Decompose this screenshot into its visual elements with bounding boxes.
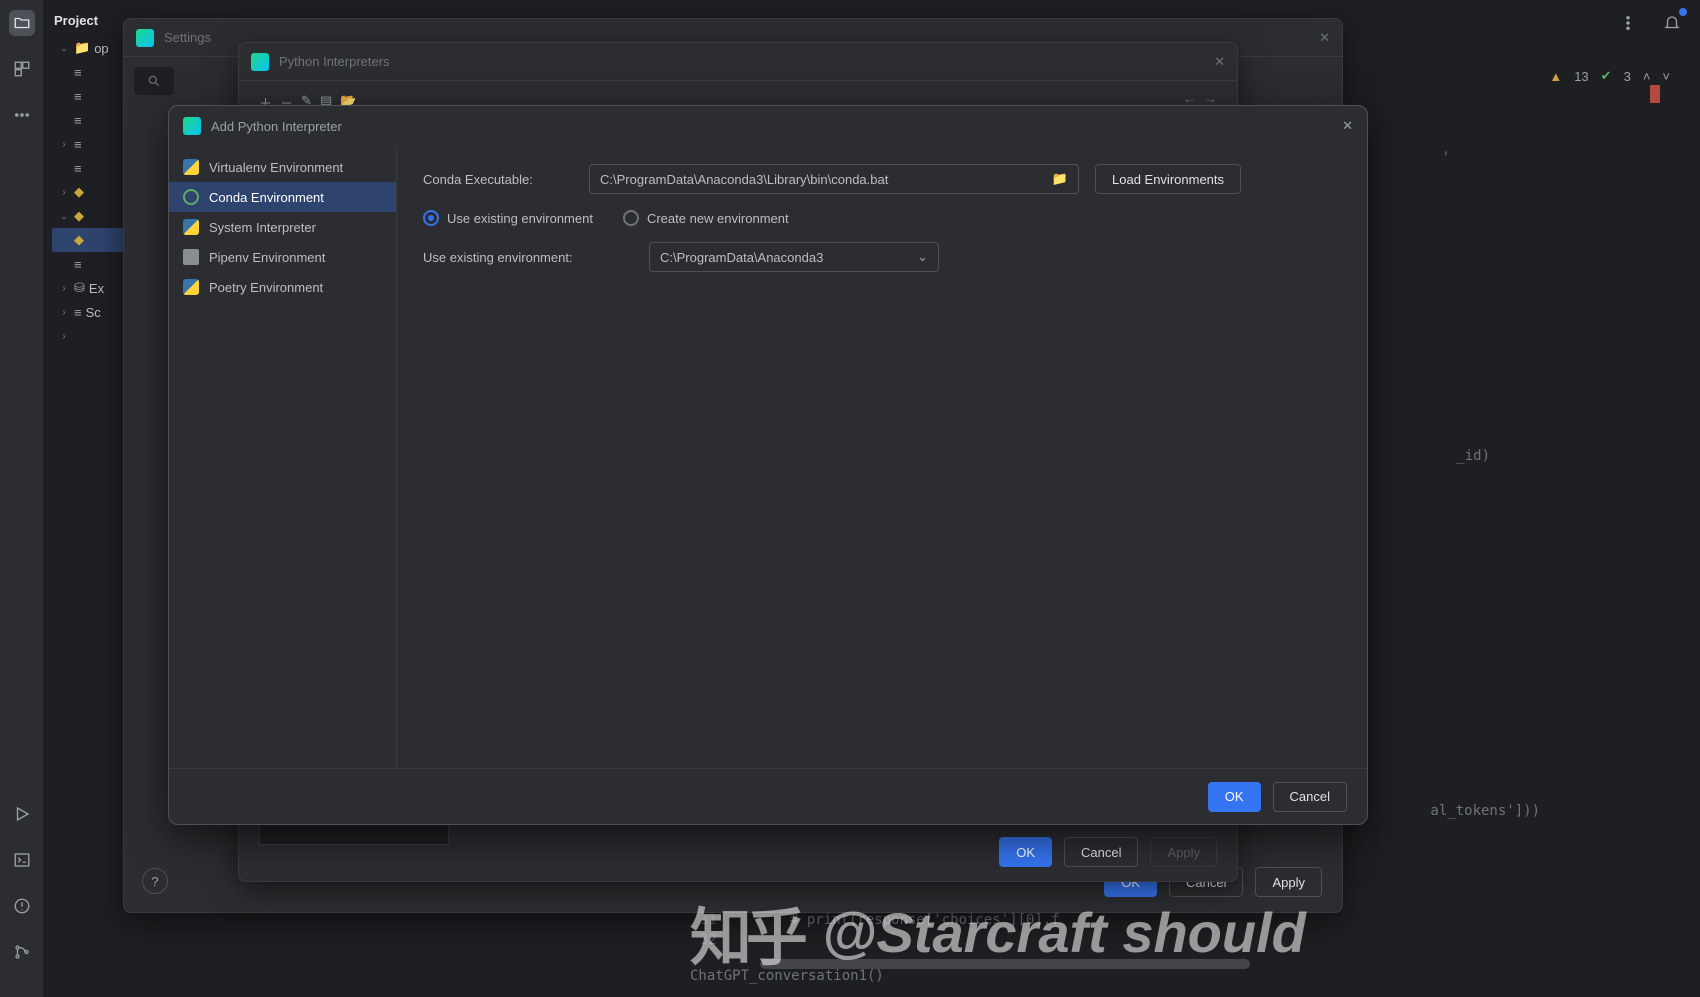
radio-create-new[interactable]: Create new environment <box>623 210 789 226</box>
code-fragment: al_tokens'])) <box>1430 803 1540 819</box>
left-icon-strip <box>0 0 44 997</box>
top-right-controls <box>1615 10 1685 36</box>
apply-button[interactable]: Apply <box>1255 867 1322 897</box>
browse-icon[interactable]: 📁 <box>1052 171 1068 187</box>
conda-form: Conda Executable: C:\ProgramData\Anacond… <box>397 146 1367 768</box>
warning-count[interactable]: 13 <box>1574 69 1588 84</box>
apply-button: Apply <box>1150 837 1217 867</box>
error-stripe <box>1650 85 1660 103</box>
structure-icon[interactable] <box>9 56 35 82</box>
add-interpreter-title: Add Python Interpreter <box>211 119 342 134</box>
up-icon[interactable]: ˄ <box>1643 69 1651 84</box>
more-icon[interactable] <box>9 102 35 128</box>
add-interpreter-dialog: Add Python Interpreter ✕ Virtualenv Envi… <box>168 105 1368 825</box>
terminal-icon[interactable] <box>9 847 35 873</box>
warning-icon: ▲ <box>1549 69 1562 84</box>
load-environments-button[interactable]: Load Environments <box>1095 164 1241 194</box>
close-icon[interactable]: ✕ <box>1319 30 1330 46</box>
code-fragment: # print(response['choices'][0].f <box>790 912 1060 928</box>
conda-exec-label: Conda Executable: <box>423 172 573 187</box>
line-number: 31 <box>700 912 717 928</box>
kebab-icon[interactable] <box>1615 10 1641 36</box>
code-fragment: _id) <box>1456 448 1490 464</box>
settings-title: Settings <box>164 30 211 45</box>
env-pipenv[interactable]: Pipenv Environment <box>169 242 396 272</box>
existing-env-label: Use existing environment: <box>423 250 633 265</box>
code-fragment: ' <box>1442 150 1450 166</box>
settings-search[interactable] <box>134 67 174 95</box>
env-poetry[interactable]: Poetry Environment <box>169 272 396 302</box>
cancel-button[interactable]: Cancel <box>1064 837 1138 867</box>
problems-icon[interactable] <box>9 893 35 919</box>
horizontal-scrollbar[interactable] <box>760 959 1250 969</box>
close-icon[interactable]: ✕ <box>1342 118 1353 134</box>
nav-forward-icon[interactable]: → <box>1204 91 1217 106</box>
folder-icon[interactable] <box>9 10 35 36</box>
cancel-button[interactable]: Cancel <box>1273 782 1347 812</box>
services-icon[interactable] <box>9 801 35 827</box>
status-widgets: ▲ 13 ✔ 3 ˄ ˅ <box>1549 68 1670 84</box>
pycharm-icon <box>183 117 201 135</box>
pycharm-icon <box>136 29 154 47</box>
close-icon[interactable]: ✕ <box>1214 54 1225 70</box>
down-icon[interactable]: ˅ <box>1662 69 1670 84</box>
interpreters-title: Python Interpreters <box>279 54 390 69</box>
breadcrumb[interactable]: ChatGPT_conversation1() <box>690 968 884 984</box>
existing-env-select[interactable]: C:\ProgramData\Anaconda3 ⌄ <box>649 242 939 272</box>
env-system[interactable]: System Interpreter <box>169 212 396 242</box>
pycharm-icon <box>251 53 269 71</box>
vcs-icon[interactable] <box>9 939 35 965</box>
env-conda[interactable]: Conda Environment <box>169 182 396 212</box>
ok-count[interactable]: 3 <box>1624 69 1631 84</box>
ok-button[interactable]: OK <box>1208 782 1261 812</box>
environment-type-list: Virtualenv Environment Conda Environment… <box>169 146 397 768</box>
line-number: 32 <box>700 932 717 948</box>
nav-back-icon[interactable]: ← <box>1183 91 1196 106</box>
env-virtualenv[interactable]: Virtualenv Environment <box>169 152 396 182</box>
radio-use-existing[interactable]: Use existing environment <box>423 210 593 226</box>
help-button[interactable]: ? <box>142 868 168 894</box>
check-icon: ✔ <box>1601 68 1612 84</box>
bell-icon[interactable] <box>1659 10 1685 36</box>
chevron-down-icon: ⌄ <box>917 249 928 265</box>
ok-button[interactable]: OK <box>999 837 1052 867</box>
conda-exec-input[interactable]: C:\ProgramData\Anaconda3\Library\bin\con… <box>589 164 1079 194</box>
